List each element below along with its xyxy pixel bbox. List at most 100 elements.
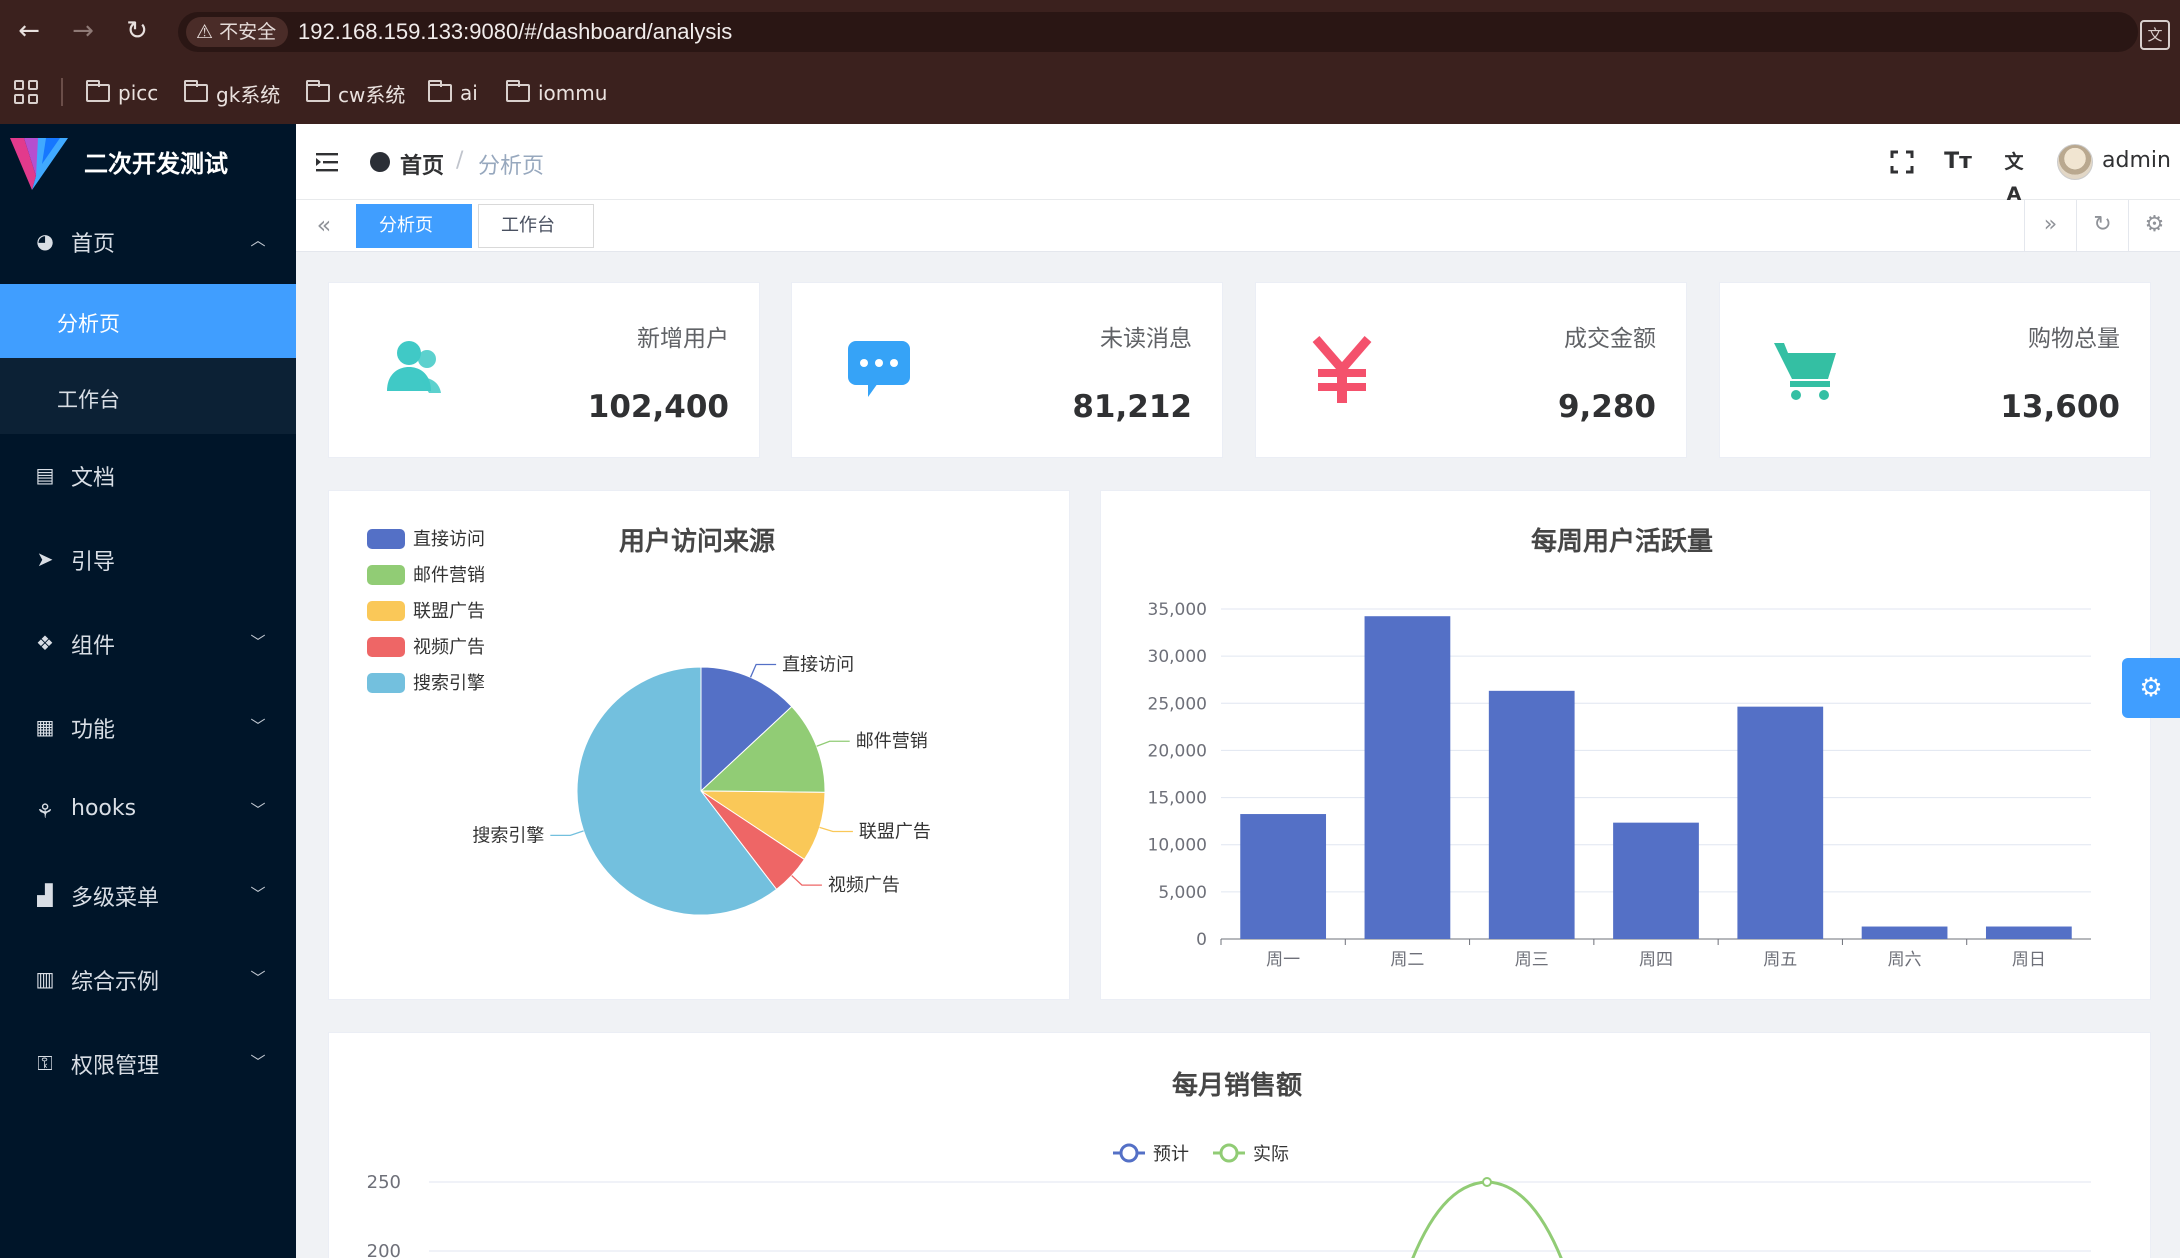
- chevron-down-icon: ﹀: [250, 801, 266, 819]
- refresh-icon[interactable]: ↻: [2076, 200, 2128, 252]
- pie-chart-card: 用户访问来源 直接访问 邮件营销 联盟广告 视频广告 搜索引擎 直接访问 邮件营销…: [328, 490, 1070, 1000]
- url-text[interactable]: 192.168.159.133:9080/#/dashboard/analysi…: [298, 12, 732, 52]
- legend-marker: [1219, 1143, 1239, 1163]
- hooks-icon: ⚘: [36, 799, 54, 823]
- x-tick-label: 周四: [1639, 950, 1673, 970]
- chevron-down-icon: ﹀: [250, 885, 266, 903]
- bar: [1737, 706, 1824, 939]
- menu-examples[interactable]: ▥ 综合示例 ﹀: [0, 938, 296, 1022]
- line-chart: 预计 实际 250 200: [367, 1143, 2091, 1258]
- y-tick-label: 25,000: [1148, 694, 1207, 714]
- y-tick-label: 10,000: [1148, 836, 1207, 856]
- library-icon: ▥: [35, 967, 55, 991]
- forward-icon[interactable]: →: [66, 14, 100, 48]
- menu-fold-icon[interactable]: [314, 149, 340, 175]
- chevron-down-icon: ﹀: [250, 969, 266, 987]
- settings-drawer-button[interactable]: ⚙: [2122, 658, 2180, 718]
- stat-title: 购物总量: [2028, 326, 2120, 352]
- permission-icon: ⚿: [37, 1051, 53, 1075]
- series-line-actual: [1411, 1180, 1563, 1258]
- grid-icon: ▦: [35, 715, 55, 739]
- stat-value: 9,280: [1557, 389, 1656, 425]
- apps-grid-icon[interactable]: [14, 80, 38, 104]
- double-left-icon[interactable]: «: [308, 210, 340, 242]
- legend-label: 预计: [1153, 1144, 1189, 1165]
- folder-icon: [506, 80, 530, 102]
- username[interactable]: admin: [2102, 148, 2171, 173]
- top-header: 首页 / 分析页 Tт 文A admin: [296, 124, 2180, 205]
- y-tick-label: 250: [367, 1172, 401, 1193]
- folder-icon: [86, 80, 110, 102]
- y-tick-label: 20,000: [1148, 741, 1207, 761]
- stat-card-amount[interactable]: 成交金额 9,280: [1255, 282, 1687, 458]
- bookmark-ai[interactable]: ai: [428, 78, 478, 108]
- pie-label: 直接访问: [782, 654, 854, 675]
- bar: [1861, 926, 1948, 939]
- bar: [1240, 814, 1327, 939]
- menu-home[interactable]: ◕ 首页 ︿: [0, 200, 296, 284]
- stat-title: 未读消息: [1100, 326, 1192, 352]
- reload-icon[interactable]: ↻: [120, 14, 154, 48]
- pie-label-line: [550, 830, 584, 837]
- folder-icon: [184, 80, 208, 102]
- bar: [1364, 616, 1451, 939]
- chevron-down-icon: ﹀: [250, 717, 266, 735]
- x-tick-label: 周三: [1515, 950, 1549, 970]
- x-tick-label: 周一: [1266, 950, 1300, 970]
- components-icon: ❖: [36, 631, 54, 655]
- menu-components[interactable]: ❖ 组件 ﹀: [0, 602, 296, 686]
- submenu-item-analysis[interactable]: 分析页: [0, 284, 296, 358]
- x-tick-label: 周六: [1888, 950, 1922, 970]
- security-chip[interactable]: ⚠ 不安全: [186, 17, 289, 47]
- fullscreen-icon[interactable]: [1886, 146, 1918, 178]
- menu-hooks[interactable]: ⚘ hooks ﹀: [0, 770, 296, 854]
- submenu-item-workplace[interactable]: 工作台: [0, 360, 296, 434]
- stat-title: 新增用户: [637, 326, 729, 352]
- message-icon: [848, 341, 910, 397]
- stat-card-new-users[interactable]: 新增用户 102,400: [328, 282, 760, 458]
- bookmark-gk[interactable]: gk系统: [184, 78, 280, 108]
- font-size-icon[interactable]: Tт: [1942, 146, 1974, 178]
- menu-features[interactable]: ▦ 功能 ﹀: [0, 686, 296, 770]
- folder-icon: [428, 80, 452, 102]
- bookmark-cw[interactable]: cw系统: [306, 78, 405, 108]
- pie-label-line: [816, 740, 850, 747]
- breadcrumb-home[interactable]: 首页: [400, 148, 444, 180]
- bookmark-picc[interactable]: picc: [86, 78, 158, 108]
- bar: [1613, 822, 1699, 939]
- users-icon: [387, 341, 441, 393]
- address-bar[interactable]: ⚠ 不安全 192.168.159.133:9080/#/dashboard/a…: [178, 12, 2138, 52]
- stat-title: 成交金额: [1564, 326, 1656, 352]
- language-icon[interactable]: 文A: [1998, 146, 2030, 205]
- bar: [1488, 690, 1575, 939]
- stat-card-shopping[interactable]: 购物总量 13,600: [1719, 282, 2151, 458]
- bookmark-iommu[interactable]: iommu: [506, 78, 607, 108]
- send-icon: ➤: [36, 547, 54, 571]
- y-tick-label: 0: [1196, 930, 1207, 950]
- menu-docs[interactable]: ▤ 文档: [0, 434, 296, 518]
- dashboard-icon: [370, 152, 390, 172]
- back-icon[interactable]: ←: [12, 14, 46, 48]
- bar: [1985, 926, 2072, 939]
- x-tick-label: 周二: [1390, 950, 1424, 970]
- line-chart-card: 每月销售额 预计 实际 250 200: [328, 1032, 2151, 1258]
- avatar[interactable]: [2057, 144, 2093, 180]
- stat-card-messages[interactable]: 未读消息 81,212: [791, 282, 1223, 458]
- x-tick-label: 周日: [2012, 950, 2046, 970]
- menu-guide[interactable]: ➤ 引导: [0, 518, 296, 602]
- tag-analysis[interactable]: 分析页: [356, 204, 472, 248]
- chevron-down-icon: ﹀: [250, 633, 266, 651]
- app-name: 二次开发测试: [84, 150, 228, 178]
- tag-workplace[interactable]: 工作台: [478, 204, 594, 248]
- menu-permission[interactable]: ⚿ 权限管理 ﹀: [0, 1022, 296, 1106]
- menu-multilevel[interactable]: ▟ 多级菜单 ﹀: [0, 854, 296, 938]
- shopping-cart-icon: [1774, 343, 1836, 400]
- translate-page-icon[interactable]: 文: [2140, 20, 2170, 50]
- settings-icon[interactable]: ⚙: [2128, 200, 2180, 252]
- pie-chart: 直接访问邮件营销联盟广告视频广告 搜索引擎: [472, 654, 931, 916]
- double-right-icon[interactable]: »: [2024, 200, 2076, 252]
- pie-label-line: [749, 663, 777, 678]
- document-icon: ▤: [35, 463, 55, 487]
- vue-logo: [10, 138, 68, 190]
- stat-value: 13,600: [2000, 389, 2120, 425]
